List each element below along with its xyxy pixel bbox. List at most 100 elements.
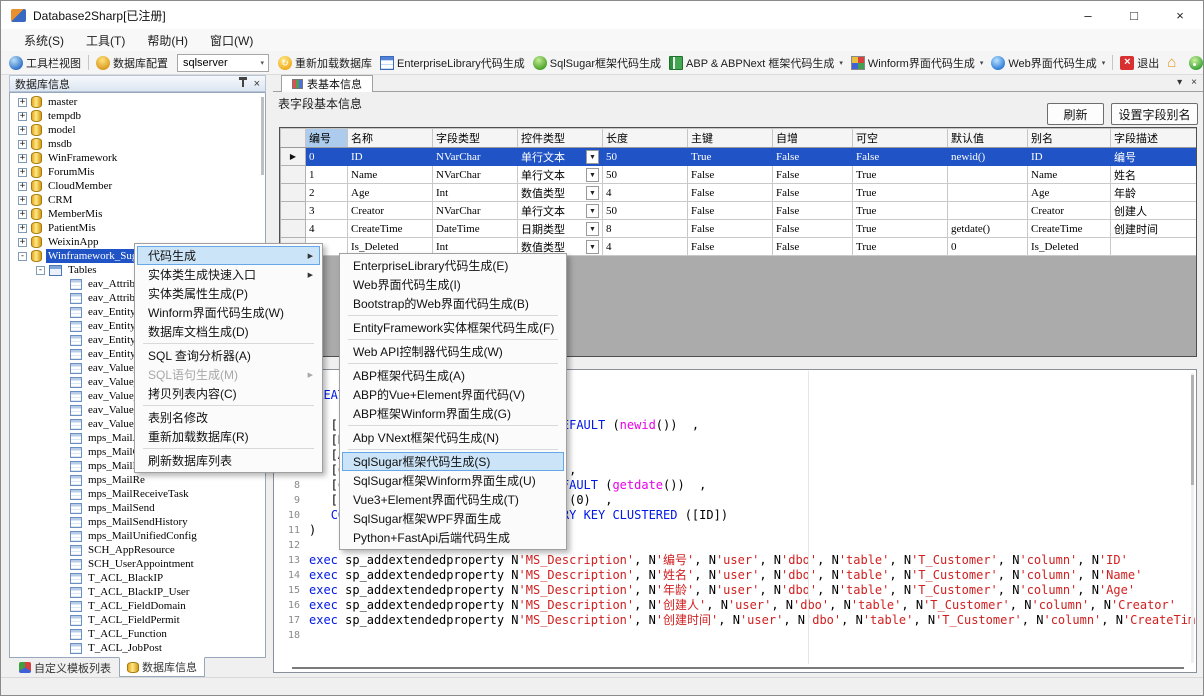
grid-cell[interactable]: CreateTime — [1028, 220, 1111, 238]
column-header[interactable]: 默认值 — [948, 129, 1028, 148]
grid-cell[interactable]: getdate() — [948, 220, 1028, 238]
connection-type-combo[interactable]: sqlserver▾ — [177, 54, 269, 72]
tree-item[interactable]: T_ACL_FieldDomain — [10, 599, 265, 613]
grid-cell[interactable] — [948, 202, 1028, 220]
grid-cell[interactable]: 4 — [603, 184, 688, 202]
tree-item[interactable]: +WinFramework — [10, 151, 265, 165]
grid-cell[interactable]: False — [773, 148, 853, 166]
column-header[interactable]: 名称 — [348, 129, 433, 148]
menu-item[interactable]: 拷贝列表内容(C) — [137, 384, 320, 403]
menu-item[interactable]: 重新加载数据库(R) — [137, 427, 320, 446]
tree-item[interactable]: +tempdb — [10, 109, 265, 123]
column-header[interactable]: 编号 — [306, 129, 348, 148]
expander-toggle[interactable]: + — [18, 210, 27, 219]
toolbar-button[interactable] — [1163, 54, 1185, 72]
cell-dropdown-icon[interactable]: ▼ — [586, 186, 599, 200]
tree-item[interactable]: SCH_AppResource — [10, 543, 265, 557]
toolbar-button[interactable]: EnterpriseLibrary代码生成 — [376, 53, 529, 73]
grid-cell[interactable]: Age — [1028, 184, 1111, 202]
toolbar-button[interactable]: SqlSugar框架代码生成 — [529, 53, 665, 73]
toolbar-button[interactable]: 数据库配置 — [92, 53, 172, 73]
menu-item[interactable]: Bootstrap的Web界面代码生成(B) — [342, 294, 564, 313]
grid-cell[interactable]: ID — [1028, 148, 1111, 166]
tree-item[interactable]: +ForumMis — [10, 165, 265, 179]
menu-item[interactable]: SqlSugar框架WPF界面生成 — [342, 509, 564, 528]
menu-item[interactable]: EnterpriseLibrary代码生成(E) — [342, 256, 564, 275]
menubar-item[interactable]: 帮助(H) — [136, 29, 199, 52]
grid-cell[interactable]: Creator — [1028, 202, 1111, 220]
grid-cell[interactable]: True — [688, 148, 773, 166]
expander-toggle[interactable]: + — [18, 154, 27, 163]
grid-cell[interactable]: 0 — [306, 148, 348, 166]
grid-cell[interactable]: NVarChar — [433, 202, 518, 220]
column-header[interactable]: 字段类型 — [433, 129, 518, 148]
close-button[interactable]: × — [1157, 1, 1203, 29]
grid-cell[interactable]: 8 — [603, 220, 688, 238]
grid-cell[interactable]: CreateTime — [348, 220, 433, 238]
cell-dropdown-icon[interactable]: ▼ — [586, 222, 599, 236]
menu-item[interactable]: ABP框架代码生成(A) — [342, 366, 564, 385]
row-header-cell[interactable] — [281, 220, 306, 238]
grid-cell[interactable]: 创建时间 — [1111, 220, 1198, 238]
column-header[interactable]: 别名 — [1028, 129, 1111, 148]
expander-toggle[interactable]: + — [18, 224, 27, 233]
tree-item[interactable]: T_ACL_BlackIP_User — [10, 585, 265, 599]
grid-cell[interactable]: 0 — [948, 238, 1028, 256]
grid-cell[interactable]: 4 — [603, 238, 688, 256]
expander-toggle[interactable]: + — [18, 112, 27, 121]
grid-cell[interactable]: 姓名 — [1111, 166, 1198, 184]
grid-cell[interactable]: newid() — [948, 148, 1028, 166]
menu-item[interactable]: Web API控制器代码生成(W) — [342, 342, 564, 361]
menu-item[interactable]: 刷新数据库列表 — [137, 451, 320, 470]
grid-cell[interactable]: ▼日期类型 — [518, 220, 603, 238]
grid-cell[interactable]: 50 — [603, 202, 688, 220]
refresh-button[interactable]: 刷新 — [1047, 103, 1104, 125]
cell-dropdown-icon[interactable]: ▼ — [586, 150, 599, 164]
expander-toggle[interactable]: + — [18, 238, 27, 247]
tree-item[interactable]: +PatientMis — [10, 221, 265, 235]
grid-cell[interactable]: False — [688, 202, 773, 220]
expander-toggle[interactable]: - — [18, 252, 27, 261]
grid-cell[interactable]: False — [688, 238, 773, 256]
grid-cell[interactable]: ▼单行文本 — [518, 166, 603, 184]
menubar-item[interactable]: 系统(S) — [13, 29, 75, 52]
expander-toggle[interactable]: + — [18, 168, 27, 177]
tree-item[interactable]: +master — [10, 95, 265, 109]
grid-cell[interactable]: True — [853, 202, 948, 220]
toolbar-button[interactable]: 重新加载数据库 — [274, 53, 376, 73]
grid-cell[interactable]: False — [773, 166, 853, 184]
row-header-cell[interactable]: ▶ — [281, 148, 306, 166]
grid-cell[interactable]: False — [773, 238, 853, 256]
grid-cell[interactable]: ▼单行文本 — [518, 148, 603, 166]
grid-cell[interactable]: False — [688, 184, 773, 202]
grid-cell[interactable]: Name — [348, 166, 433, 184]
menu-item[interactable]: Vue3+Element界面代码生成(T) — [342, 490, 564, 509]
grid-cell[interactable]: 50 — [603, 166, 688, 184]
grid-cell[interactable] — [1111, 238, 1198, 256]
menubar-item[interactable]: 窗口(W) — [199, 29, 264, 52]
menu-item[interactable]: SqlSugar框架Winform界面生成(U) — [342, 471, 564, 490]
menu-item[interactable]: Web界面代码生成(I) — [342, 275, 564, 294]
grid-cell[interactable]: 50 — [603, 148, 688, 166]
menu-item[interactable]: 表别名修改 — [137, 408, 320, 427]
tree-item[interactable]: +CRM — [10, 193, 265, 207]
grid-cell[interactable]: False — [688, 220, 773, 238]
column-header[interactable]: 字段描述 — [1111, 129, 1198, 148]
menu-item[interactable]: 代码生成▶ — [137, 246, 320, 265]
tree-item[interactable]: mps_MailSend — [10, 501, 265, 515]
column-header[interactable]: 自增 — [773, 129, 853, 148]
grid-cell[interactable]: Age — [348, 184, 433, 202]
toolbar-button[interactable]: Winform界面代码生成▾ — [847, 53, 987, 73]
column-header[interactable]: 控件类型 — [518, 129, 603, 148]
tree-item[interactable]: T_ACL_JobPost — [10, 641, 265, 655]
tree-item[interactable]: +MemberMis — [10, 207, 265, 221]
grid-cell[interactable]: True — [853, 166, 948, 184]
grid-cell[interactable]: 2 — [306, 184, 348, 202]
maximize-button[interactable]: □ — [1111, 1, 1157, 29]
grid-cell[interactable]: ▼单行文本 — [518, 202, 603, 220]
grid-cell[interactable]: ▼数值类型 — [518, 184, 603, 202]
grid-cell[interactable]: 年龄 — [1111, 184, 1198, 202]
grid-cell[interactable]: Is_Deleted — [1028, 238, 1111, 256]
menu-item[interactable]: SqlSugar框架代码生成(S) — [342, 452, 564, 471]
column-header[interactable]: 主键 — [688, 129, 773, 148]
